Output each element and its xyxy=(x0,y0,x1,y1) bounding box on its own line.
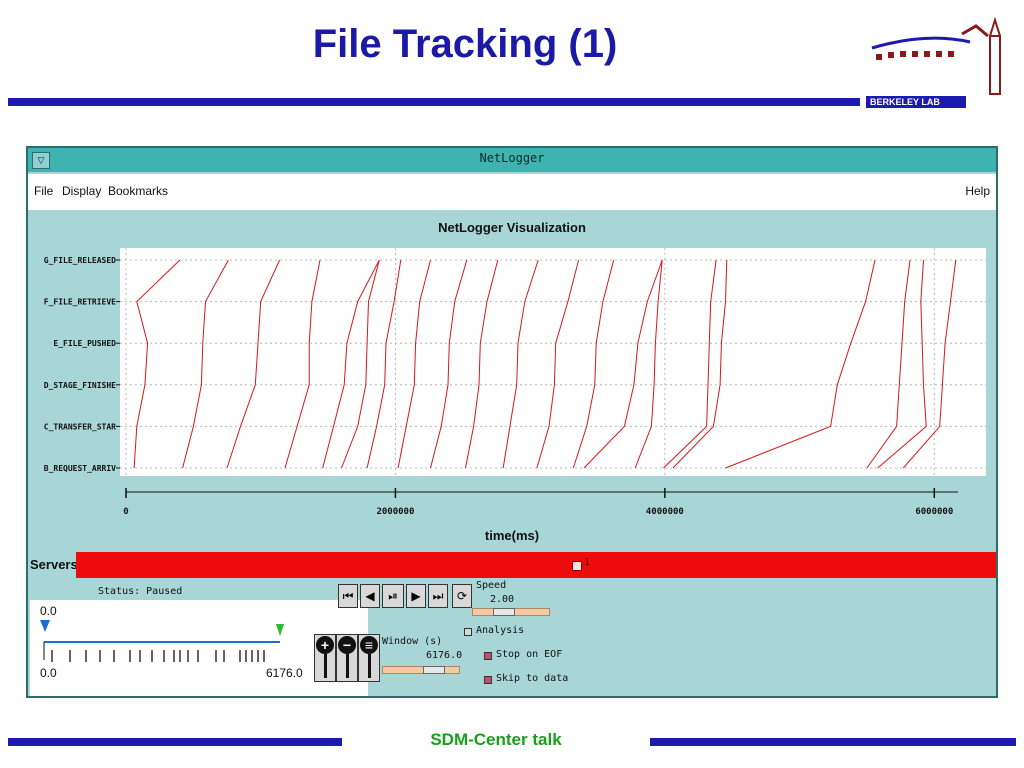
speed-slider[interactable] xyxy=(472,608,550,616)
timeline-end-marker[interactable] xyxy=(276,624,284,636)
series-layer xyxy=(133,259,957,469)
footer-text: SDM-Center talk xyxy=(430,730,562,749)
servers-label: Servers: xyxy=(30,557,83,572)
zoom-out-icon: − xyxy=(338,636,356,654)
window-label: Window (s) xyxy=(382,636,443,647)
lifeline xyxy=(634,259,663,469)
window-slider[interactable] xyxy=(382,666,460,674)
timeline-range-end: 6176.0 xyxy=(266,666,303,680)
y-category-label: G_FILE_RELEASED xyxy=(44,256,116,265)
stop-on-eof-label: Stop on EOF xyxy=(496,649,563,660)
analysis-label: Analysis xyxy=(476,625,525,636)
stop-on-eof-checkbox[interactable] xyxy=(484,652,492,660)
y-category-label: C_TRANSFER_STAR xyxy=(44,422,116,431)
x-tick-label: 6000000 xyxy=(915,507,953,517)
berkeley-lab-logo: BERKELEY LAB xyxy=(866,16,1001,108)
lifeline xyxy=(397,259,431,469)
lifeline xyxy=(341,259,380,469)
slide-title: File Tracking (1) xyxy=(312,22,618,66)
timeline-start-marker[interactable] xyxy=(40,620,50,632)
lifeline xyxy=(182,259,229,469)
skip-to-data-checkbox[interactable] xyxy=(484,676,492,684)
lifeline xyxy=(866,259,911,469)
lifeline xyxy=(133,259,181,469)
to-start-button[interactable]: ⏮ xyxy=(338,584,358,608)
status-text: Status: Paused xyxy=(98,586,183,597)
footer-rule-left xyxy=(8,738,342,746)
timeline-range-start: 0.0 xyxy=(40,666,57,680)
zoom-fit-icon: ≡ xyxy=(360,636,378,654)
zoom-fit-button[interactable]: ≡ xyxy=(358,634,380,682)
lifeline xyxy=(663,259,717,469)
lifeline xyxy=(430,259,468,469)
window-value: 6176.0 xyxy=(426,650,463,661)
y-axis-labels: B_REQUEST_ARRIV C_TRANSFER_STAR D_STAGE_FI… xyxy=(44,256,120,473)
servers-bar[interactable]: 1 xyxy=(76,552,996,578)
y-category-label: F_FILE_RETRIEVE xyxy=(44,298,116,307)
zoom-out-button[interactable]: − xyxy=(336,634,358,682)
y-category-label: D_STAGE_FINISHE xyxy=(44,381,116,390)
speed-value: 2.00 xyxy=(490,594,515,605)
x-axis: 0 2000000 4000000 6000000 xyxy=(123,488,958,517)
lifeline xyxy=(536,259,580,469)
lifeline xyxy=(902,259,957,469)
x-tick-label: 2000000 xyxy=(376,507,414,517)
grid-layer xyxy=(120,248,986,476)
loop-button[interactable]: ⟳ xyxy=(452,584,472,608)
lifeline xyxy=(226,259,281,469)
y-category-label: B_REQUEST_ARRIV xyxy=(44,464,116,473)
chart-svg: B_REQUEST_ARRIV C_TRANSFER_STAR D_STAGE_FI… xyxy=(44,248,986,517)
lifeline xyxy=(672,259,728,469)
svg-text:BERKELEY LAB: BERKELEY LAB xyxy=(870,97,940,107)
lifeline xyxy=(502,259,539,469)
lifeline xyxy=(284,259,321,469)
skip-to-data-label: Skip to data xyxy=(496,673,569,684)
y-category-label: E_FILE_PUSHED xyxy=(53,339,116,348)
footer-rule-right xyxy=(650,738,1016,746)
window-slider-knob[interactable] xyxy=(423,666,445,674)
server-entry: 1 xyxy=(584,557,591,568)
lifeline xyxy=(725,259,876,469)
x-tick-label: 0 xyxy=(123,507,128,517)
to-end-button[interactable]: ⏭ xyxy=(428,584,448,608)
netlogger-window: NetLogger ▽ File Display Bookmarks Help … xyxy=(26,146,998,698)
lifeline xyxy=(572,259,615,469)
lifeline xyxy=(877,259,927,469)
x-axis-label: time(ms) xyxy=(484,528,540,543)
play-pause-button[interactable]: ⏯ xyxy=(382,584,404,608)
server-checkbox[interactable] xyxy=(572,561,582,571)
title-rule xyxy=(8,98,860,106)
zoom-in-button[interactable]: + xyxy=(314,634,336,682)
zoom-in-icon: + xyxy=(316,636,334,654)
analysis-checkbox[interactable] xyxy=(464,628,472,636)
step-back-button[interactable]: ◀ xyxy=(360,584,380,608)
speed-label: Speed xyxy=(476,580,507,591)
x-tick-label: 4000000 xyxy=(646,507,684,517)
speed-slider-knob[interactable] xyxy=(493,608,515,616)
lifeline xyxy=(465,259,499,469)
step-forward-button[interactable]: ▶ xyxy=(406,584,426,608)
